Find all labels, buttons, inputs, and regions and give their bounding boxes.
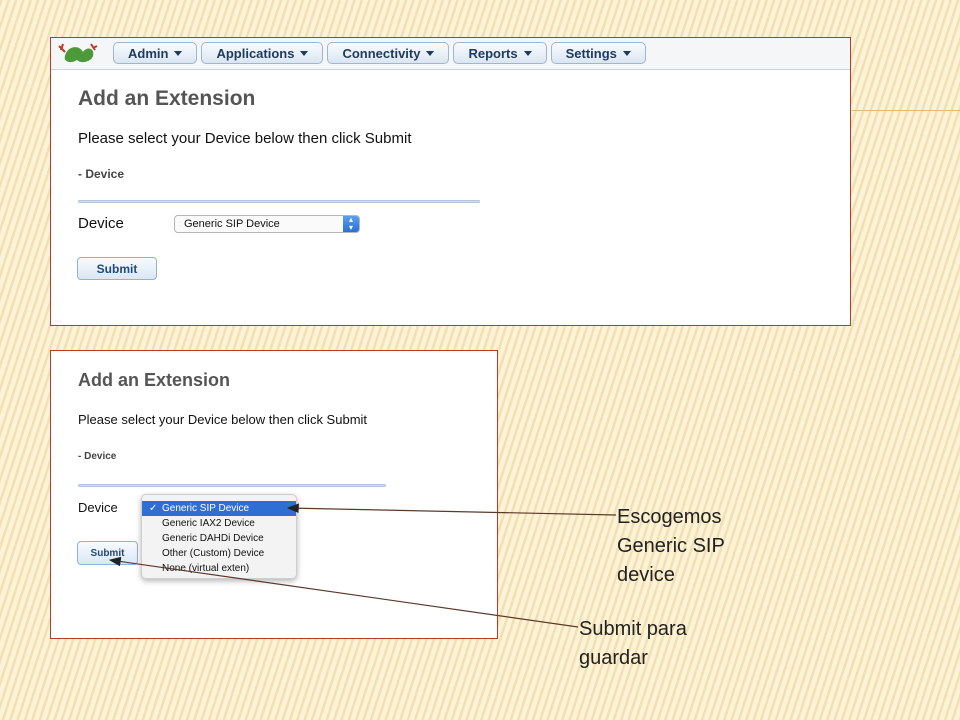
- annotation-choose-device: Escogemos Generic SIP device: [617, 503, 725, 590]
- annotation-line: device: [617, 564, 675, 586]
- annotation-line: Generic SIP: [617, 535, 725, 557]
- annotation-line: Submit para: [579, 618, 687, 640]
- annotation-line: Escogemos: [617, 506, 722, 528]
- arrow-to-sip-option: [286, 503, 617, 516]
- annotation-arrows: [108, 503, 617, 628]
- annotation-submit: Submit para guardar: [579, 615, 687, 673]
- arrow-to-submit: [108, 556, 579, 628]
- annotation-line: guardar: [579, 647, 648, 669]
